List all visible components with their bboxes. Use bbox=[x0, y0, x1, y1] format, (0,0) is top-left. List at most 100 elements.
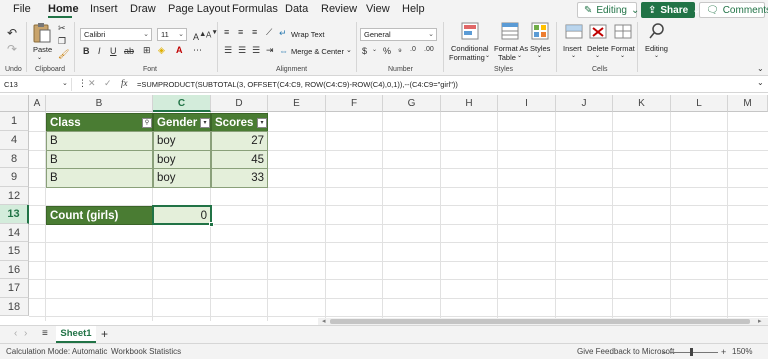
filter-dropdown-icon[interactable]: ▾ bbox=[200, 118, 210, 128]
row-header-17[interactable]: 17 bbox=[0, 279, 29, 298]
row-header-1[interactable]: 1 bbox=[0, 112, 29, 131]
cancel-icon[interactable]: ✕ bbox=[88, 78, 96, 89]
zoom-slider-track[interactable] bbox=[670, 352, 718, 353]
row-header-14[interactable]: 14 bbox=[0, 224, 29, 242]
align-top-icon[interactable]: ≡ bbox=[224, 27, 229, 37]
indent-icon[interactable]: ⇥ bbox=[266, 45, 274, 56]
cut-icon[interactable]: ✂ bbox=[58, 23, 66, 34]
insert-cells-icon[interactable] bbox=[565, 22, 583, 40]
menu-file[interactable]: File bbox=[13, 3, 31, 15]
underline-icon[interactable]: U bbox=[110, 46, 117, 56]
conditional-formatting-label[interactable]: Conditional bbox=[451, 44, 489, 53]
column-header-h[interactable]: H bbox=[441, 95, 498, 112]
chevron-down-icon[interactable]: ⌄ bbox=[346, 46, 352, 54]
column-header-l[interactable]: L bbox=[671, 95, 728, 112]
row-header-4[interactable]: 4 bbox=[0, 131, 29, 150]
table-header-cell[interactable]: Gender ▾ bbox=[153, 113, 211, 132]
font-size-combo[interactable]: 11 ⌄ bbox=[157, 28, 187, 41]
scroll-left-icon[interactable]: ◂ bbox=[322, 317, 326, 325]
editing-mode-button[interactable]: ✎ Editing ⌄ bbox=[577, 2, 639, 18]
currency-icon[interactable]: $ bbox=[362, 46, 367, 56]
column-header-m[interactable]: M bbox=[728, 95, 768, 112]
merge-center-button[interactable]: Merge & Center bbox=[291, 47, 344, 56]
delete-cells-icon[interactable] bbox=[589, 22, 607, 40]
zoom-out-button[interactable]: – bbox=[662, 347, 667, 357]
table-header-cell[interactable]: Class ⚲ bbox=[46, 113, 153, 132]
table-cell[interactable]: 27 bbox=[211, 131, 268, 151]
orientation-icon[interactable]: ⟋ bbox=[266, 27, 272, 38]
sheet-tab-sheet1[interactable]: Sheet1 bbox=[56, 326, 96, 343]
insert-function-icon[interactable]: fx bbox=[121, 78, 128, 88]
more-options-icon[interactable]: ⋯ bbox=[193, 45, 202, 56]
next-sheet-icon[interactable]: › bbox=[24, 328, 27, 339]
menu-home[interactable]: Home bbox=[48, 3, 79, 15]
enter-icon[interactable]: ✓ bbox=[104, 78, 112, 89]
menu-view[interactable]: View bbox=[366, 3, 390, 15]
italic-icon[interactable]: I bbox=[98, 46, 101, 56]
chevron-down-icon[interactable]: ⌄ bbox=[571, 52, 576, 59]
row-header-9[interactable]: 9 bbox=[0, 168, 29, 187]
comma-style-icon[interactable]: ⁹ bbox=[398, 46, 402, 56]
format-as-table-label-2[interactable]: Table bbox=[498, 53, 516, 62]
formula-input[interactable]: =SUMPRODUCT(SUBTOTAL(3, OFFSET(C4:C9, RO… bbox=[137, 78, 458, 91]
cell-styles-icon[interactable] bbox=[531, 22, 549, 40]
conditional-formatting-icon[interactable] bbox=[461, 22, 479, 40]
table-header-cell[interactable]: Scores ▾ bbox=[211, 113, 268, 132]
menu-draw[interactable]: Draw bbox=[130, 3, 156, 15]
table-cell[interactable]: boy bbox=[153, 131, 211, 151]
filter-active-icon[interactable]: ⚲ bbox=[142, 118, 152, 128]
column-header-f[interactable]: F bbox=[326, 95, 383, 112]
table-cell[interactable]: 45 bbox=[211, 150, 268, 169]
workbook-statistics-button[interactable]: Workbook Statistics bbox=[111, 347, 181, 356]
chevron-down-icon[interactable]: ⌄ bbox=[595, 52, 600, 59]
redo-icon[interactable]: ↷ bbox=[7, 42, 17, 56]
copy-icon[interactable]: ❐ bbox=[58, 36, 66, 47]
menu-insert[interactable]: Insert bbox=[90, 3, 118, 15]
row-header-15[interactable]: 15 bbox=[0, 242, 29, 261]
conditional-formatting-label-2[interactable]: Formatting bbox=[449, 53, 485, 62]
menu-data[interactable]: Data bbox=[285, 3, 308, 15]
chevron-down-icon[interactable]: ⌄ bbox=[62, 79, 68, 87]
row-header-8[interactable]: 8 bbox=[0, 150, 29, 168]
column-header-e[interactable]: E bbox=[268, 95, 326, 112]
table-cell[interactable]: boy bbox=[153, 150, 211, 169]
chevron-down-icon[interactable]: ⌄ bbox=[654, 52, 659, 59]
zoom-slider-handle[interactable] bbox=[690, 348, 693, 356]
align-left-icon[interactable]: ☰ bbox=[224, 45, 232, 56]
decrease-decimal-icon[interactable]: .00 bbox=[424, 46, 434, 53]
column-header-j[interactable]: J bbox=[556, 95, 613, 112]
font-name-combo[interactable]: Calibri ⌄ bbox=[80, 28, 152, 41]
merge-icon[interactable]: ⇔ bbox=[279, 46, 288, 56]
table-cell[interactable]: boy bbox=[153, 168, 211, 188]
menu-page-layout[interactable]: Page Layout bbox=[168, 3, 230, 15]
table-cell[interactable]: B bbox=[46, 131, 153, 151]
give-feedback-link[interactable]: Give Feedback to Microsoft bbox=[577, 347, 674, 356]
calculation-mode-status[interactable]: Calculation Mode: Automatic bbox=[6, 347, 107, 356]
row-header-16[interactable]: 16 bbox=[0, 261, 29, 279]
add-sheet-button[interactable]: + bbox=[101, 327, 108, 341]
expand-formula-icon[interactable]: ⌄ bbox=[757, 78, 764, 87]
column-header-c[interactable]: C bbox=[153, 95, 211, 112]
table-cell[interactable]: 33 bbox=[211, 168, 268, 188]
row-header-13[interactable]: 13 bbox=[0, 205, 29, 224]
column-header-g[interactable]: G bbox=[383, 95, 441, 112]
zoom-in-button[interactable]: + bbox=[721, 347, 726, 357]
table-cell[interactable]: B bbox=[46, 150, 153, 169]
menu-help[interactable]: Help bbox=[402, 3, 425, 15]
previous-sheet-icon[interactable]: ‹ bbox=[14, 328, 17, 339]
format-cells-icon[interactable] bbox=[614, 22, 632, 40]
menu-review[interactable]: Review bbox=[321, 3, 357, 15]
menu-formulas[interactable]: Formulas bbox=[232, 3, 278, 15]
share-button[interactable]: ⇪ Share ⌄ bbox=[641, 2, 701, 18]
chevron-down-icon[interactable]: ⌄ bbox=[485, 52, 490, 59]
paste-button-label[interactable]: Paste bbox=[33, 45, 52, 54]
row-header-18[interactable]: 18 bbox=[0, 298, 29, 316]
column-header-b[interactable]: B bbox=[46, 95, 153, 112]
wrap-text-icon[interactable]: ↵ bbox=[279, 28, 287, 39]
zoom-level[interactable]: 150% bbox=[732, 347, 752, 356]
scrollbar-thumb[interactable] bbox=[330, 319, 750, 324]
increase-font-icon[interactable]: A▲ bbox=[193, 29, 206, 42]
undo-icon[interactable]: ↶ bbox=[7, 26, 17, 40]
worksheet-grid[interactable]: A B C D E F G H I J K L M 1 4 8 9 12 13 … bbox=[0, 95, 768, 321]
bold-icon[interactable]: B bbox=[83, 46, 90, 56]
